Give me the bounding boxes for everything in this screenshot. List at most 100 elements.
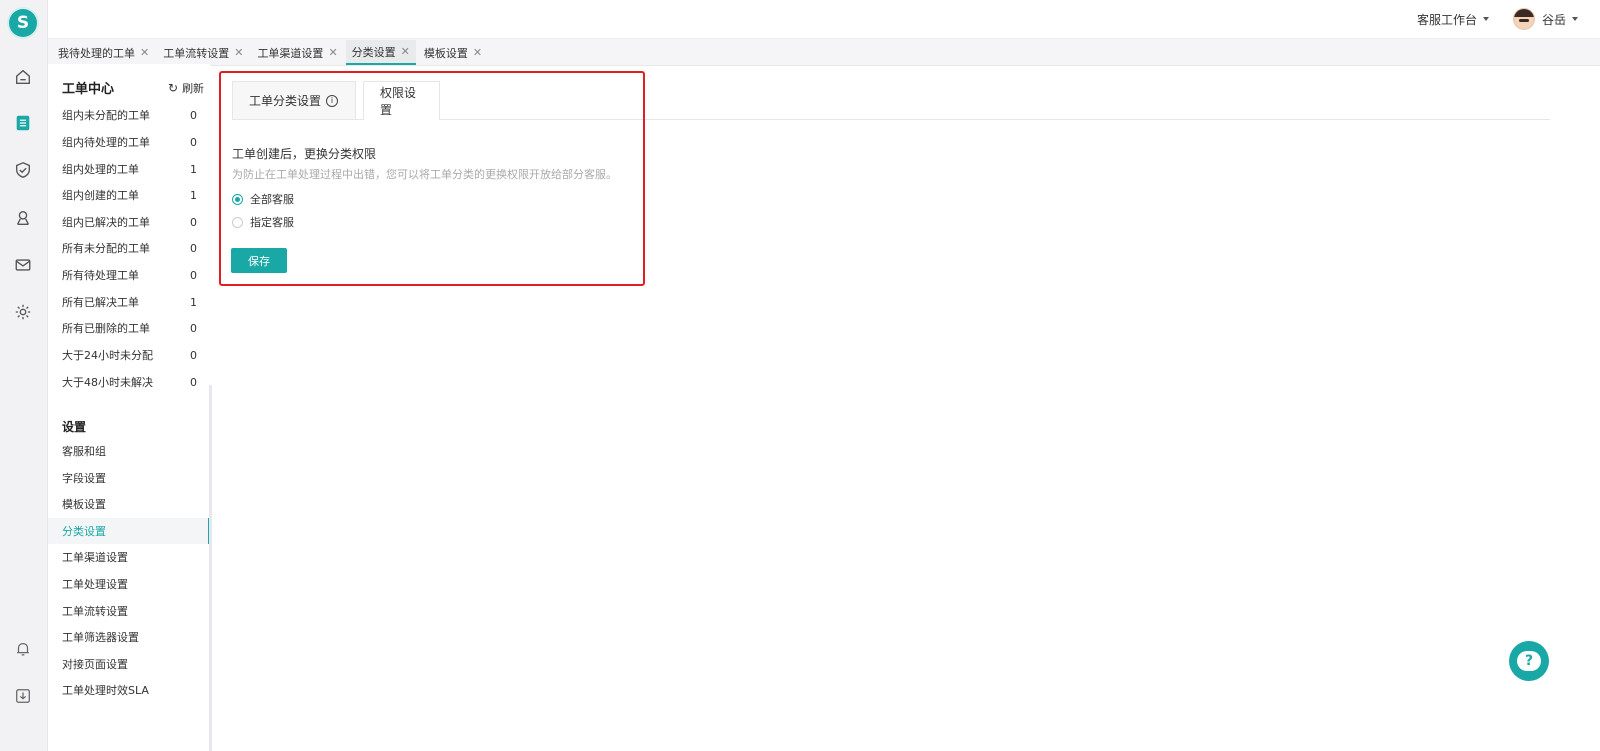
sidebar-item-filter-settings[interactable]: 工单筛选器设置	[48, 624, 208, 650]
sidebar-item-count: 0	[190, 375, 197, 389]
workbench-label: 客服工作台	[1416, 12, 1477, 27]
chevron-down-icon	[1572, 17, 1578, 21]
page-tab-my-pending[interactable]: 我待处理的工单 ✕	[52, 40, 155, 65]
save-button[interactable]: 保存	[231, 248, 287, 273]
ticket-center-sidebar: 工单中心 ↻ 刷新 组内未分配的工单 0 组内待处理的工单 0 组内处理的工单 1 组…	[48, 64, 210, 751]
sidebar-item-label: 对接页面设置	[62, 658, 128, 671]
download-icon[interactable]	[13, 686, 33, 706]
sidebar-item-label: 所有已解决工单	[62, 296, 139, 309]
page-tab-label: 模板设置	[423, 46, 468, 60]
workbench-dropdown[interactable]: 客服工作台	[1417, 11, 1489, 28]
chevron-down-icon	[1482, 17, 1489, 21]
close-icon[interactable]: ✕	[401, 45, 410, 58]
sidebar-item-channel-settings[interactable]: 工单渠道设置	[48, 544, 208, 570]
sidebar-item-label: 组内待处理的工单	[62, 136, 150, 149]
sidebar-item-over-48h-unresolved[interactable]: 大于48小时未解决 0	[48, 369, 208, 395]
sidebar-item-all-deleted[interactable]: 所有已删除的工单 0	[48, 315, 208, 341]
sidebar-item-label: 所有待处理工单	[62, 269, 139, 282]
mail-icon[interactable]	[13, 255, 33, 275]
sidebar-item-flow-settings[interactable]: 工单流转设置	[48, 598, 208, 624]
page-tabs-bar: 我待处理的工单 ✕ 工单流转设置 ✕ 工单渠道设置 ✕ 分类设置 ✕ 模板设置 ✕	[48, 38, 1600, 66]
sidebar-item-label: 所有未分配的工单	[62, 242, 150, 255]
question-icon: ?	[1517, 651, 1541, 671]
sidebar-item-processing-settings[interactable]: 工单处理设置	[48, 571, 208, 597]
sidebar-item-label: 工单筛选器设置	[62, 631, 139, 644]
sidebar-item-label: 客服和组	[62, 445, 106, 458]
page-tab-flow-settings[interactable]: 工单流转设置 ✕	[157, 40, 249, 65]
sidebar-item-label: 组内未分配的工单	[62, 109, 150, 122]
sidebar-item-label: 字段设置	[62, 472, 106, 485]
sidebar-item-agents-groups[interactable]: 客服和组	[48, 438, 208, 464]
user-menu[interactable]: 谷岳	[1512, 8, 1578, 30]
sidebar-item-group-resolved[interactable]: 组内已解决的工单 0	[48, 209, 208, 235]
info-icon[interactable]: i	[326, 94, 339, 107]
sidebar-item-over-24h-unassigned[interactable]: 大于24小时未分配 0	[48, 342, 208, 368]
user-badge-icon[interactable]	[13, 208, 33, 228]
page-tab-category-settings[interactable]: 分类设置 ✕	[345, 40, 416, 65]
page-tab-label: 分类设置	[351, 45, 396, 59]
radio-unchecked-icon[interactable]	[232, 216, 243, 228]
sidebar-item-label: 分类设置	[62, 525, 106, 538]
sidebar-item-label: 所有已删除的工单	[62, 322, 150, 335]
sidebar-item-template-settings[interactable]: 模板设置	[48, 491, 208, 517]
sidebar-item-label: 工单渠道设置	[62, 551, 128, 564]
close-icon[interactable]: ✕	[473, 46, 482, 59]
sidebar-item-group-unassigned[interactable]: 组内未分配的工单 0	[48, 102, 208, 128]
sidebar-item-count: 0	[190, 135, 197, 149]
sidebar-item-count: 0	[190, 321, 197, 335]
radio-label: 全部客服	[250, 193, 294, 206]
sidebar-item-count: 1	[190, 162, 197, 176]
avatar	[1512, 8, 1535, 30]
tab-label: 工单分类设置	[249, 94, 322, 108]
sidebar-item-label: 模板设置	[62, 498, 106, 511]
sidebar-item-label: 工单流转设置	[62, 605, 128, 618]
sidebar-item-sla[interactable]: 工单处理时效SLA	[48, 677, 208, 703]
tab-permission-settings[interactable]: 权限设置	[363, 81, 440, 120]
icon-rail: S	[0, 0, 48, 751]
tab-category-settings[interactable]: 工单分类设置 i	[232, 81, 356, 119]
sidebar-item-category-settings[interactable]: 分类设置	[48, 518, 210, 544]
page-tab-label: 工单渠道设置	[257, 46, 324, 60]
close-icon[interactable]: ✕	[234, 46, 243, 59]
gear-icon[interactable]	[13, 302, 33, 322]
sidebar-item-all-resolved[interactable]: 所有已解决工单 1	[48, 289, 208, 315]
sidebar-item-label: 工单处理设置	[62, 578, 128, 591]
sidebar-item-integration-page[interactable]: 对接页面设置	[48, 651, 208, 677]
radio-checked-icon[interactable]	[232, 193, 243, 205]
sidebar-item-count: 0	[190, 215, 197, 229]
shield-check-icon[interactable]	[13, 160, 33, 180]
section-title: 工单创建后，更换分类权限	[232, 147, 377, 161]
refresh-label: 刷新	[182, 82, 205, 95]
sidebar-item-all-pending[interactable]: 所有待处理工单 0	[48, 262, 208, 288]
refresh-icon: ↻	[168, 81, 179, 95]
sidebar-item-label: 组内处理的工单	[62, 163, 139, 176]
app-logo[interactable]: S	[9, 9, 37, 37]
close-icon[interactable]: ✕	[328, 46, 337, 59]
sidebar-item-label: 组内已解决的工单	[62, 216, 150, 229]
radio-specified-agents[interactable]: 指定客服	[232, 214, 294, 230]
sidebar-item-group-created[interactable]: 组内创建的工单 1	[48, 182, 208, 208]
help-button[interactable]: ?	[1509, 641, 1549, 681]
sidebar-item-count: 0	[190, 348, 197, 362]
home-icon[interactable]	[13, 67, 33, 87]
bell-icon[interactable]	[13, 639, 33, 659]
ticket-list-icon[interactable]	[13, 113, 33, 133]
sidebar-item-group-handled[interactable]: 组内处理的工单 1	[48, 156, 208, 182]
main-content: 工单分类设置 i 权限设置 工单创建后，更换分类权限 为防止在工单处理过程中出错…	[212, 64, 1600, 751]
header-right: 客服工作台 谷岳	[1417, 0, 1578, 38]
page-tab-template-settings[interactable]: 模板设置 ✕	[418, 40, 488, 65]
sidebar-item-count: 0	[190, 241, 197, 255]
sidebar-item-field-settings[interactable]: 字段设置	[48, 465, 208, 491]
sidebar-item-count: 1	[190, 188, 197, 202]
sidebar-item-group-pending[interactable]: 组内待处理的工单 0	[48, 129, 208, 155]
radio-label: 指定客服	[250, 216, 294, 229]
close-icon[interactable]: ✕	[140, 46, 149, 59]
sidebar-item-all-unassigned[interactable]: 所有未分配的工单 0	[48, 235, 208, 261]
refresh-button[interactable]: ↻ 刷新	[168, 80, 204, 96]
sidebar-item-label: 大于24小时未分配	[62, 349, 153, 362]
page-tab-label: 工单流转设置	[163, 46, 230, 60]
top-header: 客服工作台 谷岳	[48, 0, 1600, 38]
radio-all-agents[interactable]: 全部客服	[232, 191, 294, 207]
page-tab-channel-settings[interactable]: 工单渠道设置 ✕	[251, 40, 343, 65]
settings-tabs: 工单分类设置 i 权限设置	[232, 81, 1550, 120]
